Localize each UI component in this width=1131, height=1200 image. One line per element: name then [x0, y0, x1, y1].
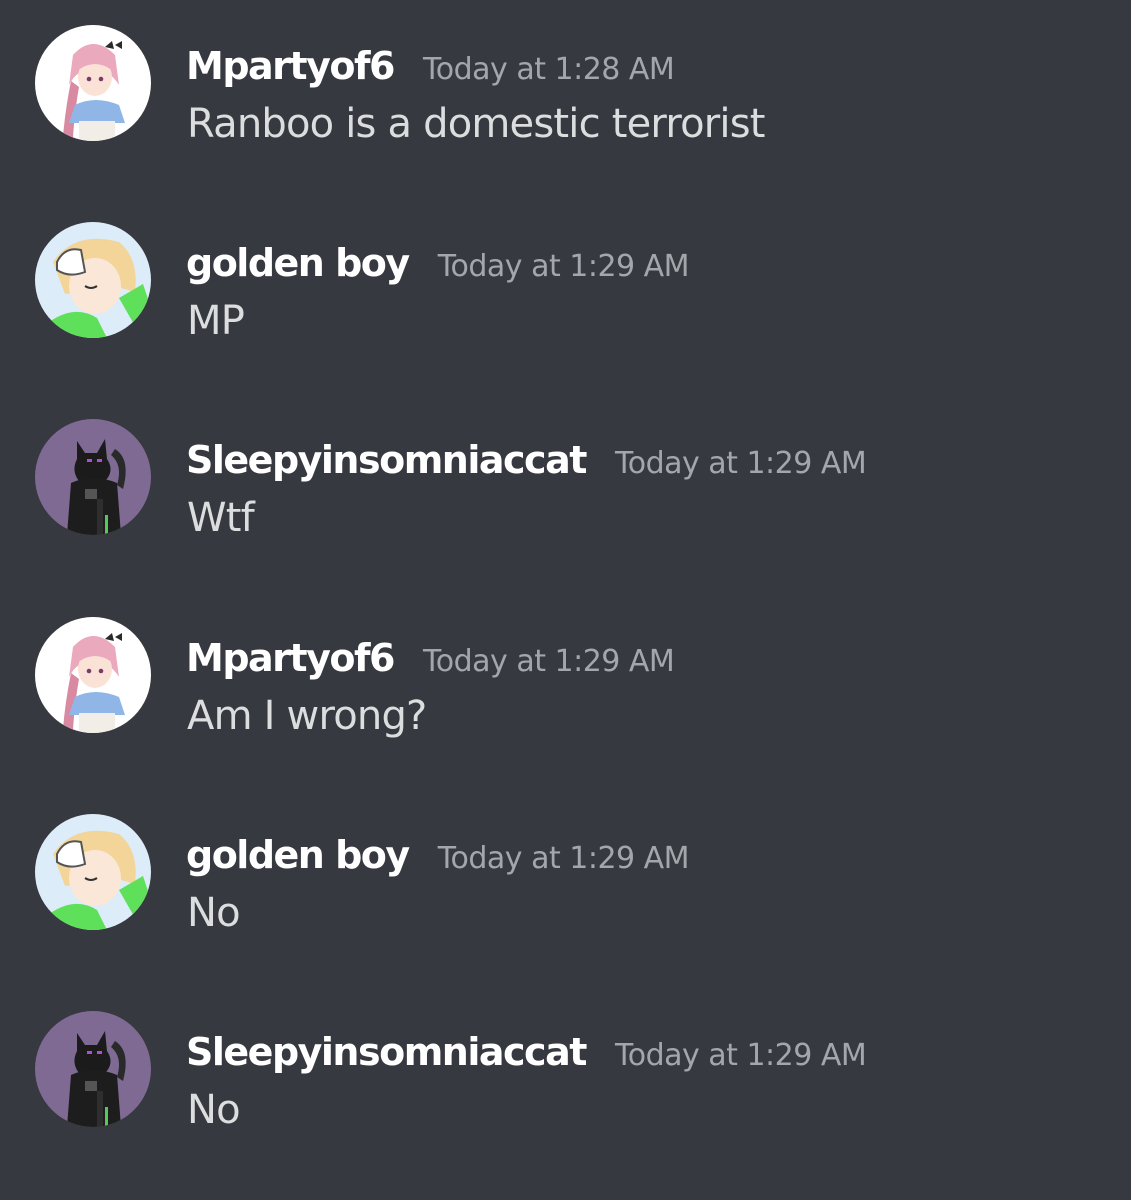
- timestamp: Today at 1:29 AM: [437, 249, 690, 284]
- message-text: MP: [187, 298, 245, 344]
- avatar-golden-boy-image: [35, 222, 151, 338]
- avatar[interactable]: [35, 1011, 151, 1127]
- username[interactable]: Mpartyof6: [186, 44, 395, 88]
- message-item[interactable]: golden boy Today at 1:29 AM No: [0, 789, 1131, 949]
- timestamp: Today at 1:28 AM: [423, 52, 675, 87]
- message-text: Am I wrong?: [187, 693, 427, 739]
- timestamp: Today at 1:29 AM: [614, 446, 867, 481]
- message-list: Mpartyof6 Today at 1:28 AM Ranboo is a d…: [0, 0, 1131, 1200]
- message-item[interactable]: Sleepyinsomniaccat Today at 1:29 AM Wtf: [0, 394, 1131, 554]
- message-text: No: [187, 890, 241, 936]
- avatar[interactable]: [35, 617, 151, 733]
- avatar[interactable]: [35, 25, 151, 141]
- avatar-sleepyinsomniaccat-image: [35, 1011, 151, 1127]
- username[interactable]: golden boy: [186, 241, 410, 285]
- timestamp: Today at 1:29 AM: [423, 644, 675, 679]
- username[interactable]: Mpartyof6: [186, 636, 395, 680]
- avatar-mpartyof6-image: [35, 25, 151, 141]
- message-item[interactable]: Mpartyof6 Today at 1:28 AM Ranboo is a d…: [0, 0, 1131, 160]
- avatar-sleepyinsomniaccat-image: [35, 419, 151, 535]
- username[interactable]: golden boy: [186, 833, 410, 877]
- avatar[interactable]: [35, 419, 151, 535]
- message-item[interactable]: Mpartyof6 Today at 1:29 AM Am I wrong?: [0, 592, 1131, 752]
- avatar[interactable]: [35, 814, 151, 930]
- message-item[interactable]: golden boy Today at 1:29 AM MP: [0, 197, 1131, 357]
- avatar[interactable]: [35, 222, 151, 338]
- avatar-golden-boy-image: [35, 814, 151, 930]
- message-text: Wtf: [187, 495, 255, 541]
- avatar-mpartyof6-image: [35, 617, 151, 733]
- message-item[interactable]: Sleepyinsomniaccat Today at 1:29 AM No: [0, 986, 1131, 1146]
- timestamp: Today at 1:29 AM: [437, 841, 690, 876]
- message-text: Ranboo is a domestic terrorist: [187, 101, 765, 147]
- username[interactable]: Sleepyinsomniaccat: [186, 438, 587, 482]
- timestamp: Today at 1:29 AM: [614, 1038, 867, 1073]
- username[interactable]: Sleepyinsomniaccat: [186, 1030, 587, 1074]
- message-text: No: [187, 1087, 241, 1133]
